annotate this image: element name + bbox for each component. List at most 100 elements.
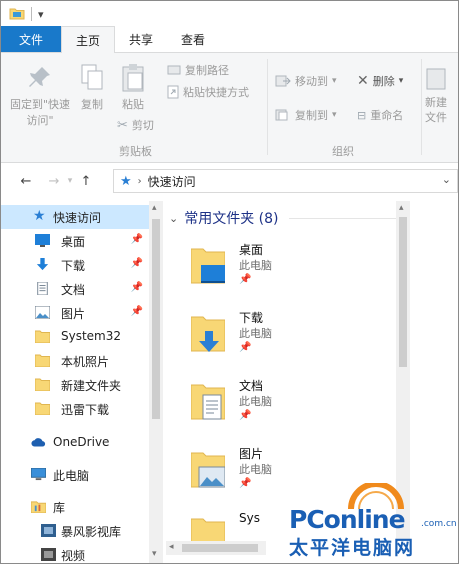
delete-label: 删除 [372,75,395,88]
tab-view[interactable]: 查看 [167,26,219,52]
chevron-down-icon: ▾ [332,76,337,86]
up-button[interactable]: ↑ [75,174,97,189]
nav-item-system32[interactable]: System32 [1,325,149,349]
pin-icon[interactable]: 📌 [131,306,143,317]
desktop-icon [35,234,50,247]
nav-item-pictures[interactable]: 图片 📌 [1,301,149,325]
paste-label: 粘贴 [122,98,144,111]
pin-icon: 📌 [239,274,252,285]
pin-to-quick-access-label: 固定到"快速访问" [9,98,71,127]
navigation-pane: ★ 快速访问 桌面 📌 下载 📌 文档 📌 图片 📌 System32 本机照片… [1,201,163,563]
breadcrumb-separator-icon: › [137,175,142,187]
new-folder-label: 新建 [425,96,447,109]
folder-name: 下载 [239,311,264,325]
copy-button[interactable]: 复制 [77,63,107,112]
pin-icon: 📌 [239,342,252,353]
folder-tile-desktop[interactable]: 桌面 此电脑 📌 [191,241,381,301]
address-row: ← → ▾ ↑ ★ › 快速访问 ⌄ [1,169,458,193]
tab-home[interactable]: 主页 [61,26,116,53]
nav-item-documents[interactable]: 文档 📌 [1,277,149,301]
pin-icon[interactable]: 📌 [131,234,143,245]
qat-dropdown-icon[interactable]: ▾ [38,8,44,21]
download-icon [36,258,49,271]
nav-item-label: 本机照片 [61,355,110,369]
paste-shortcut-icon [167,85,179,99]
folder-desktop-icon [191,248,225,284]
folder-location: 此电脑 [239,259,272,272]
folder-icon[interactable] [9,6,25,23]
paste-shortcut-button[interactable]: 粘贴快捷方式 [167,84,249,100]
pin-to-quick-access-button[interactable]: 固定到"快速访问" [7,65,73,129]
scroll-up-icon[interactable]: ▴ [399,203,404,213]
tab-file[interactable]: 文件 [1,26,61,52]
nav-item-label: OneDrive [53,435,110,449]
cut-label: 剪切 [131,119,154,132]
folder-tile-documents[interactable]: 文档 此电脑 📌 [191,377,381,437]
move-to-button[interactable]: 移动到 ▾ [275,73,337,89]
copy-path-button[interactable]: 复制路径 [167,62,229,78]
nav-item-onedrive[interactable]: OneDrive [1,431,149,455]
group-header[interactable]: ⌄ 常用文件夹 (8) [169,207,397,229]
folder-location: 此电脑 [239,463,272,476]
cut-button[interactable]: ✂ 剪切 [117,117,154,133]
pin-icon[interactable]: 📌 [131,282,143,293]
folder-name: 文档 [239,379,264,393]
address-dropdown-icon[interactable]: ⌄ [442,173,451,186]
group-header-divider [289,218,397,219]
folder-icon [35,402,50,415]
address-bar[interactable]: ★ › 快速访问 ⌄ [113,169,458,193]
tab-share[interactable]: 共享 [115,26,167,52]
paste-button[interactable]: 粘贴 [117,63,149,112]
scroll-left-icon[interactable]: ◂ [169,542,174,552]
watermark-suffix: .com.cn [421,519,457,529]
nav-item-libraries[interactable]: 库 [1,495,149,519]
nav-item-baofeng-library[interactable]: 暴风影视库 [1,519,149,543]
recent-locations-icon[interactable]: ▾ [65,176,75,186]
clipboard-group-label: 剪贴板 [119,145,152,158]
nav-item-quick-access[interactable]: ★ 快速访问 [1,205,149,229]
watermark-chinese: 太平洋电脑网 [289,537,416,559]
qat-separator [31,7,32,21]
horizontal-scrollbar[interactable]: ◂ [166,541,266,555]
nav-scrollbar-thumb[interactable] [152,219,160,419]
back-button[interactable]: ← [15,174,37,189]
nav-item-videos[interactable]: 视频 [1,543,149,563]
rename-button[interactable]: ⊟ 重命名 [357,107,403,123]
nav-item-label: 图片 [61,307,86,321]
folder-icon [35,330,50,343]
library-item-icon [41,524,56,537]
folder-name: 桌面 [239,243,264,257]
nav-item-label: 迅雷下载 [61,403,110,417]
copy-to-button[interactable]: 复制到 ▾ [275,107,337,123]
paste-icon [122,64,144,92]
nav-item-local-photos[interactable]: 本机照片 [1,349,149,373]
nav-item-desktop[interactable]: 桌面 📌 [1,229,149,253]
pin-icon: 📌 [239,478,252,489]
nav-item-new-folder[interactable]: 新建文件夹 [1,373,149,397]
star-icon: ★ [33,208,46,224]
scroll-down-icon[interactable]: ▾ [152,549,157,559]
nav-scrollbar[interactable]: ▴ ▾ [149,201,163,563]
rename-icon: ⊟ [357,108,367,122]
content-scrollbar-thumb[interactable] [399,217,407,367]
folder-name: 图片 [239,447,264,461]
star-icon: ★ [120,173,132,189]
copy-path-label: 复制路径 [185,64,229,77]
pin-icon: 📌 [239,410,252,421]
ribbon-separator [421,59,422,155]
delete-button[interactable]: ✕ 删除 ▾ [357,73,403,89]
folder-download-icon [191,316,225,352]
copy-to-label: 复制到 [295,109,328,122]
nav-item-label: System32 [61,329,122,343]
nav-item-thunder-downloads[interactable]: 迅雷下载 [1,397,149,421]
organize-group-label: 组织 [332,145,354,158]
pin-icon[interactable]: 📌 [131,258,143,269]
forward-button[interactable]: → [43,174,65,189]
horizontal-scrollbar-thumb[interactable] [182,544,258,552]
nav-item-downloads[interactable]: 下载 📌 [1,253,149,277]
new-folder-button[interactable]: 新建 文件 [425,65,458,125]
folder-tile-downloads[interactable]: 下载 此电脑 📌 [191,309,381,369]
scroll-up-icon[interactable]: ▴ [152,203,157,213]
nav-item-this-pc[interactable]: 此电脑 [1,463,149,487]
breadcrumb[interactable]: 快速访问 [148,173,196,190]
